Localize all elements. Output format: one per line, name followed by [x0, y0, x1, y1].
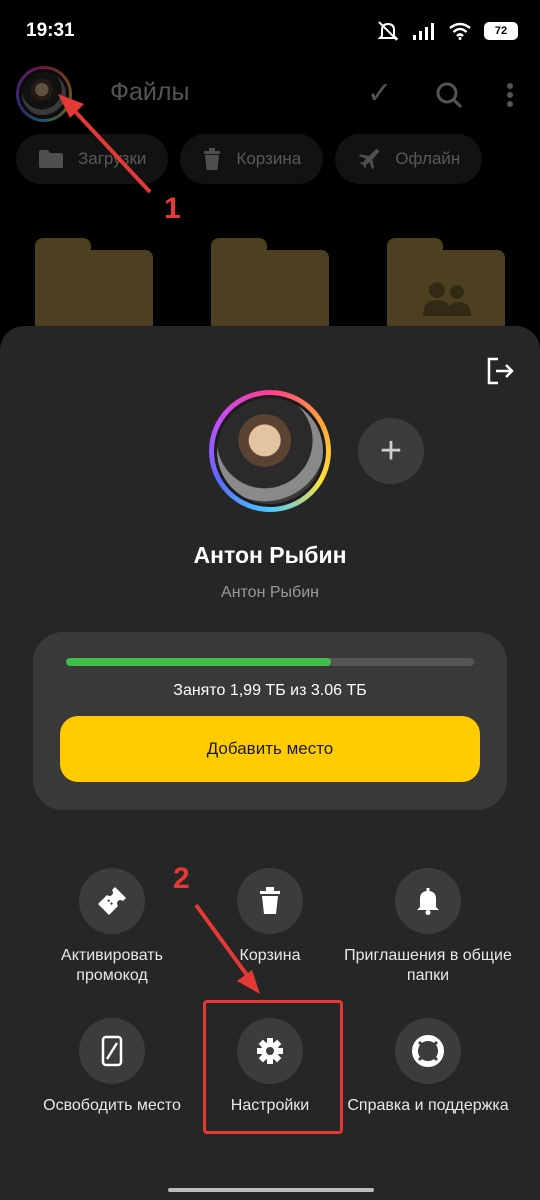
ticket-icon [98, 887, 126, 915]
action-icon-circle [79, 868, 145, 934]
add-account-button[interactable]: + [358, 418, 424, 484]
account-bottom-sheet: + Антон Рыбин Антон Рыбин Занято 1,99 ТБ… [0, 326, 540, 1200]
background-title: Файлы [110, 78, 190, 106]
action-label: Освободить место [43, 1097, 181, 1114]
storage-card: Занято 1,99 ТБ из 3.06 ТБ Добавить место [33, 632, 507, 810]
quick-filter-chips: Загрузки Корзина Офлайн [16, 134, 483, 184]
status-time: 19:31 [26, 20, 75, 41]
action-icon-circle [79, 1018, 145, 1084]
signal-icon [413, 23, 434, 40]
trash-action[interactable]: Корзина [185, 868, 355, 966]
profile-avatar[interactable] [209, 390, 331, 512]
action-label: Приглашения в общие папки [344, 947, 512, 984]
battery-indicator: 72 [484, 22, 518, 40]
folder-icon [39, 150, 63, 168]
chip-trash[interactable]: Корзина [180, 134, 324, 184]
free-space-action[interactable]: Освободить место [27, 1018, 197, 1116]
search-icon[interactable] [434, 80, 464, 110]
background-toolbar: ✓ [367, 76, 514, 111]
airplane-icon [358, 148, 380, 170]
status-bar: 19:31 72 [0, 0, 540, 62]
mute-alarm-icon [377, 21, 399, 41]
add-space-button[interactable]: Добавить место [60, 716, 480, 782]
wifi-icon [449, 22, 471, 40]
status-icons: 72 [376, 20, 518, 42]
phone-slash-icon [101, 1035, 123, 1067]
user-name: Антон Рыбин [193, 542, 347, 568]
check-icon[interactable]: ✓ [367, 76, 392, 111]
background-files-screen: Файлы ✓ Загрузки Корзина Офлайн [0, 62, 540, 362]
logout-icon[interactable] [486, 356, 516, 386]
action-icon-circle [395, 1018, 461, 1084]
bell-icon [417, 888, 439, 915]
more-vertical-icon[interactable] [506, 80, 514, 110]
shared-invites-action[interactable]: Приглашения в общие папки [343, 868, 513, 986]
action-label: Справка и поддержка [347, 1097, 509, 1114]
chip-label: Корзина [236, 149, 302, 168]
activate-promo-action[interactable]: Активировать промокод [27, 868, 197, 986]
background-header: Файлы ✓ [0, 62, 540, 122]
action-icon-circle [237, 868, 303, 934]
storage-progress-fill [66, 658, 332, 666]
profile-avatar-small[interactable] [16, 66, 72, 122]
user-subtitle: Антон Рыбин [221, 584, 319, 601]
people-icon [423, 282, 471, 316]
help-support-action[interactable]: Справка и поддержка [343, 1018, 513, 1116]
chip-label: Загрузки [78, 149, 147, 168]
action-icon-circle [395, 868, 461, 934]
chip-downloads[interactable]: Загрузки [16, 134, 169, 184]
chip-offline[interactable]: Офлайн [335, 134, 483, 184]
chip-label: Офлайн [395, 149, 461, 168]
annotation-step-1: 1 [164, 192, 181, 225]
annotation-step-2: 2 [173, 862, 190, 895]
lifebuoy-icon [412, 1035, 444, 1067]
storage-usage-text: Занято 1,99 ТБ из 3.06 ТБ [173, 682, 367, 699]
trash-icon [260, 887, 280, 914]
storage-progress-bar [66, 658, 474, 666]
settings-highlight-annotation [203, 1000, 343, 1134]
trash-icon [204, 148, 221, 170]
action-label: Активировать промокод [61, 947, 163, 984]
action-label: Корзина [239, 947, 301, 964]
home-indicator[interactable] [168, 1188, 374, 1192]
